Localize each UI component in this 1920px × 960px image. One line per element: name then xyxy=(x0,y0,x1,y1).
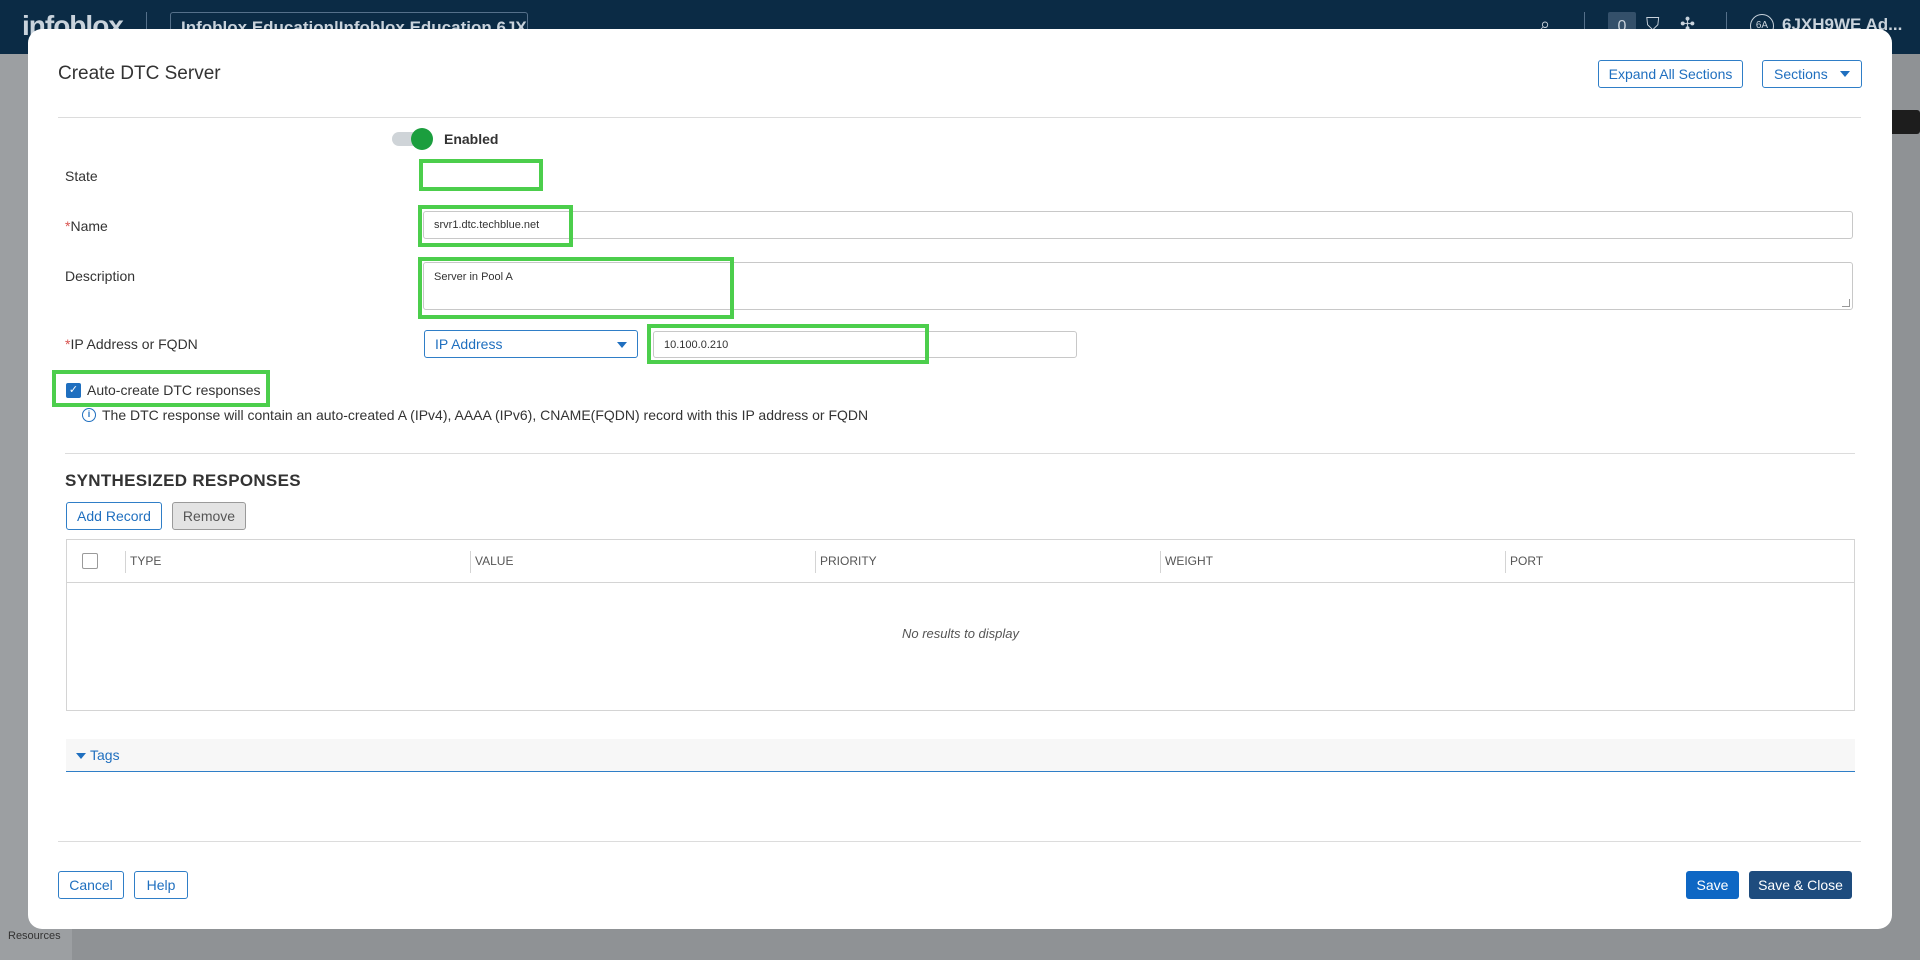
remove-button[interactable]: Remove xyxy=(172,502,246,530)
info-text: The DTC response will contain an auto-cr… xyxy=(102,407,869,423)
info-circle-icon: i xyxy=(82,408,96,422)
ip-type-selected: IP Address xyxy=(435,336,503,352)
tags-section-toggle[interactable]: Tags xyxy=(66,739,1855,772)
footer-divider xyxy=(58,841,1861,842)
empty-table-message: No results to display xyxy=(901,626,1020,641)
toggle-knob xyxy=(411,128,433,150)
nav-resources[interactable]: Resources xyxy=(8,930,61,942)
save-button[interactable]: Save xyxy=(1686,871,1739,899)
tags-label: Tags xyxy=(90,747,120,763)
sections-label: Sections xyxy=(1774,66,1828,82)
column-divider xyxy=(470,551,471,573)
name-label-text: Name xyxy=(70,218,108,234)
checkmark-icon[interactable]: ✓ xyxy=(66,382,81,398)
name-input-value: srvr1.dtc.techblue.net xyxy=(434,219,540,231)
column-header-type[interactable]: TYPE xyxy=(130,554,161,568)
description-value: Server in Pool A xyxy=(434,271,513,283)
column-header-value[interactable]: VALUE xyxy=(475,554,513,568)
select-all-checkbox[interactable] xyxy=(82,553,98,569)
toggle-switch-icon[interactable] xyxy=(392,128,433,150)
header-divider xyxy=(58,117,1861,118)
ip-type-select[interactable]: IP Address xyxy=(424,330,638,358)
description-label: Description xyxy=(65,268,136,284)
auto-create-label: Auto-create DTC responses xyxy=(87,382,261,398)
sections-dropdown-button[interactable]: Sections xyxy=(1762,60,1862,88)
toggle-state-text: Enabled xyxy=(444,131,499,147)
synthesized-responses-table: TYPE VALUE PRIORITY WEIGHT PORT No resul… xyxy=(66,539,1855,711)
resize-handle-icon[interactable] xyxy=(1842,299,1850,307)
caret-down-icon xyxy=(1840,71,1850,77)
help-button[interactable]: Help xyxy=(134,871,188,899)
table-header: TYPE VALUE PRIORITY WEIGHT PORT xyxy=(67,540,1854,583)
column-divider xyxy=(1160,551,1161,573)
column-divider xyxy=(1505,551,1506,573)
modal-title: Create DTC Server xyxy=(58,63,221,84)
column-header-priority[interactable]: PRIORITY xyxy=(820,554,877,568)
ip-or-fqdn-label-text: IP Address or FQDN xyxy=(70,336,198,352)
name-label: *Name xyxy=(65,218,108,234)
expand-all-sections-button[interactable]: Expand All Sections xyxy=(1598,60,1743,88)
column-header-port[interactable]: PORT xyxy=(1510,554,1543,568)
cancel-button[interactable]: Cancel xyxy=(58,871,124,899)
ip-or-fqdn-label: *IP Address or FQDN xyxy=(65,336,198,352)
auto-create-checkbox-row[interactable]: ✓ Auto-create DTC responses xyxy=(66,382,261,398)
section-divider xyxy=(65,453,1855,454)
description-textarea[interactable]: Server in Pool A xyxy=(423,262,1853,310)
column-header-weight[interactable]: WEIGHT xyxy=(1165,554,1213,568)
column-divider xyxy=(125,551,126,573)
info-row: i The DTC response will contain an auto-… xyxy=(82,407,868,423)
caret-down-icon xyxy=(617,342,627,348)
state-toggle[interactable]: Enabled xyxy=(392,128,499,150)
synthesized-responses-title: SYNTHESIZED RESPONSES xyxy=(65,471,301,490)
add-record-button[interactable]: Add Record xyxy=(66,502,162,530)
state-label: State xyxy=(65,168,98,184)
caret-down-icon xyxy=(76,753,86,759)
ip-address-input[interactable]: 10.100.0.210 xyxy=(653,331,1077,358)
name-input[interactable]: srvr1.dtc.techblue.net xyxy=(423,211,1853,239)
create-dtc-server-modal: Create DTC Server Expand All Sections Se… xyxy=(28,29,1892,929)
save-and-close-button[interactable]: Save & Close xyxy=(1749,871,1852,899)
ip-address-value: 10.100.0.210 xyxy=(664,339,729,351)
column-divider xyxy=(815,551,816,573)
